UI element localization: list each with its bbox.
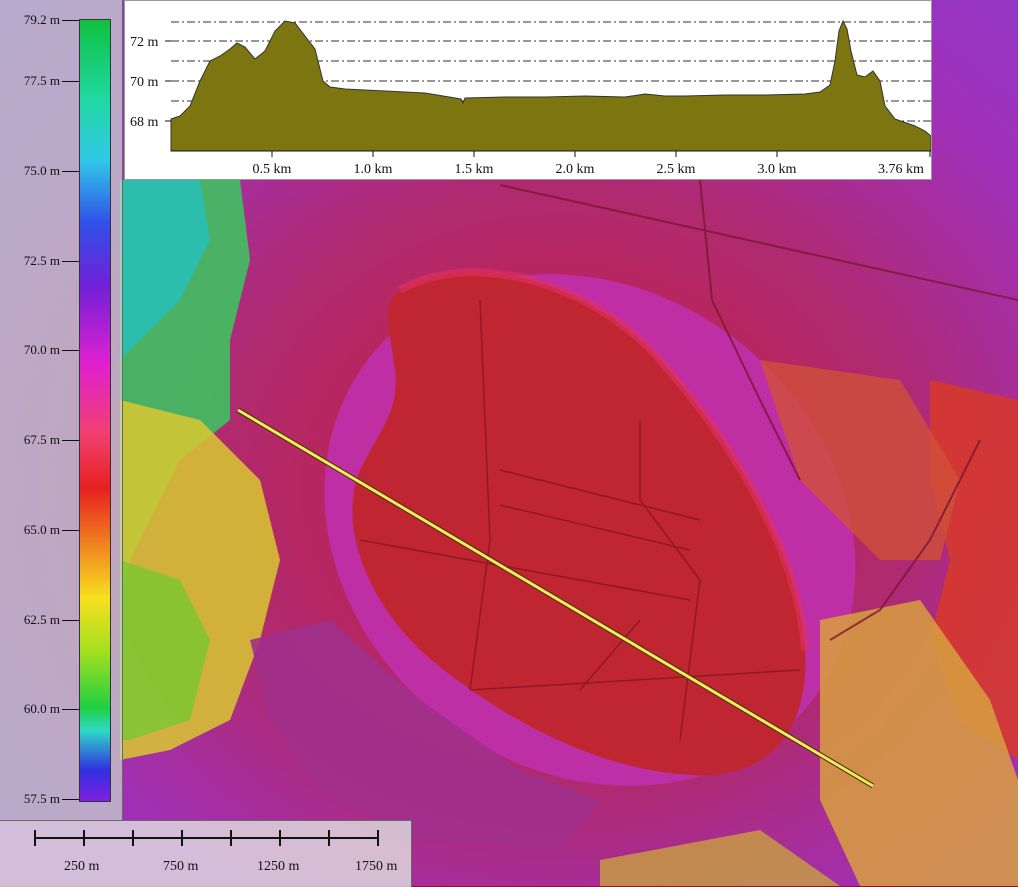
profile-x-label: 2.0 km (556, 162, 595, 177)
legend-tick (62, 440, 79, 441)
legend-tick (62, 261, 79, 262)
scale-label: 750 m (163, 859, 199, 874)
legend-label: 60.0 m (23, 701, 60, 716)
legend-label: 67.5 m (23, 432, 60, 447)
legend-tick (62, 81, 79, 82)
scale-label: 1750 m (355, 859, 398, 874)
legend-label: 77.5 m (23, 73, 60, 88)
legend-color-bar (79, 19, 111, 802)
legend-tick (62, 350, 79, 351)
elevation-profile: 72 m 70 m 68 m 0.5 km 1.0 km 1.5 km 2.0 … (124, 0, 932, 180)
scale-label: 250 m (64, 859, 100, 874)
legend-label-min: 57.5 m (23, 791, 60, 806)
profile-x-label: 0.5 km (253, 162, 292, 177)
legend-tick (62, 530, 79, 531)
legend-label: 75.0 m (23, 163, 60, 178)
legend-tick (62, 709, 79, 710)
legend-tick (62, 171, 79, 172)
legend-label: 65.0 m (23, 522, 60, 537)
legend-tick (62, 620, 79, 621)
legend-label: 72.5 m (23, 253, 60, 268)
legend-tick (62, 799, 79, 800)
profile-y-label: 72 m (130, 35, 159, 50)
legend-label-max: 79.2 m (23, 12, 60, 27)
legend-tick (62, 20, 79, 21)
scale-bar: 250 m 750 m 1250 m 1750 m (0, 820, 412, 887)
profile-x-label: 2.5 km (657, 162, 696, 177)
scale-label: 1250 m (257, 859, 300, 874)
profile-y-label: 68 m (130, 115, 159, 130)
profile-x-label: 1.0 km (354, 162, 393, 177)
profile-x-label: 3.76 km (878, 162, 924, 177)
elevation-legend: 79.2 m 77.5 m 75.0 m 72.5 m 70.0 m 67.5 … (0, 0, 123, 820)
profile-x-label: 3.0 km (758, 162, 797, 177)
profile-y-label: 70 m (130, 75, 159, 90)
legend-label: 62.5 m (23, 612, 60, 627)
profile-x-label: 1.5 km (455, 162, 494, 177)
legend-label: 70.0 m (23, 342, 60, 357)
